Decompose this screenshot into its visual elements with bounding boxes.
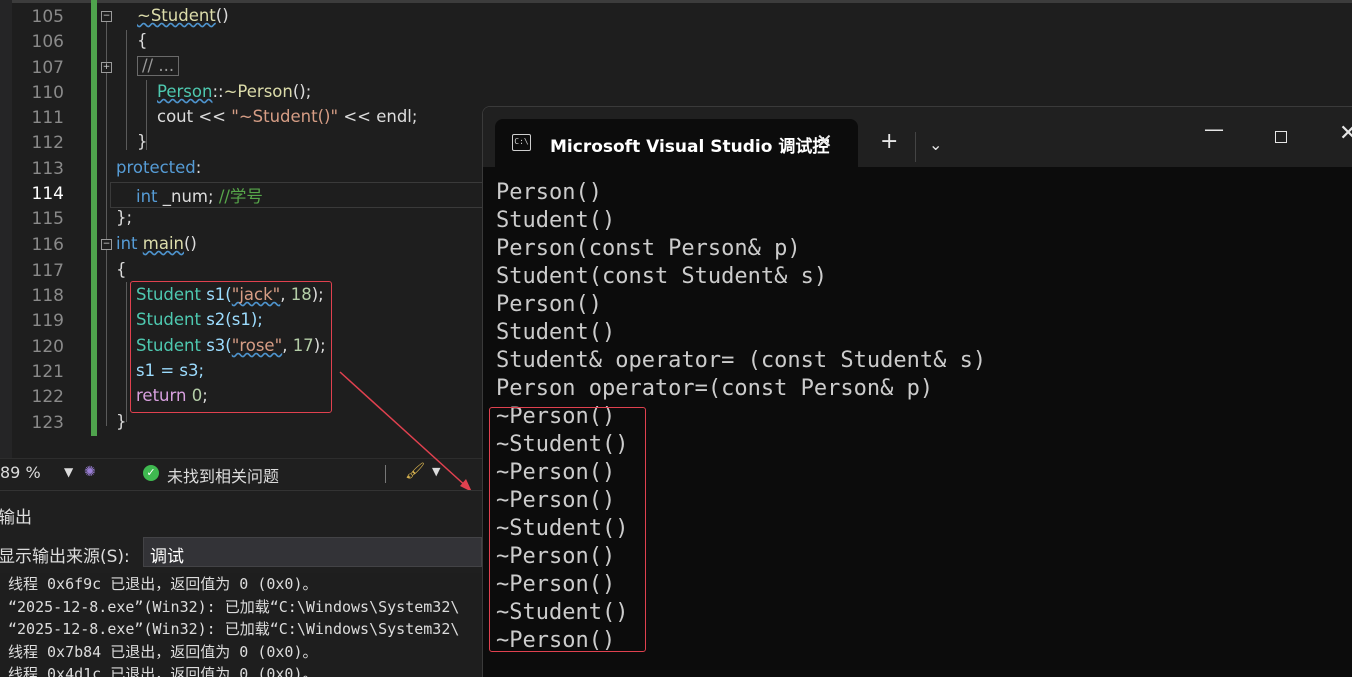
minimize-icon[interactable]: —: [1204, 117, 1224, 141]
console-line: Student(): [496, 208, 616, 233]
copilot-icon[interactable]: ✺: [84, 464, 96, 480]
code-text: cout << "~Student()" << endl;: [157, 107, 418, 126]
code-cleanup-brush-icon[interactable]: 🖌: [405, 461, 425, 480]
code-line-123[interactable]: 123 }: [0, 410, 482, 435]
output-source-label: 显示输出来源(S):: [0, 547, 130, 567]
line-number: 110: [31, 83, 64, 103]
line-number: 123: [31, 413, 64, 433]
code-line-116[interactable]: 116 − int main(): [0, 232, 482, 257]
collapse-icon[interactable]: −: [101, 239, 112, 250]
console-line: Student& operator= (const Student& s): [496, 348, 987, 373]
output-panel-title: 输出: [0, 508, 32, 528]
chevron-down-icon[interactable]: ⌄: [929, 135, 942, 154]
new-tab-icon[interactable]: +: [880, 129, 898, 154]
code-line-115[interactable]: 115 };: [0, 206, 482, 231]
collapse-icon[interactable]: −: [101, 11, 112, 22]
close-tab-icon[interactable]: ✕: [816, 129, 833, 153]
line-number: 122: [31, 387, 64, 407]
code-text: int main(): [116, 234, 197, 253]
code-line-110[interactable]: 110 Person::~Person();: [0, 80, 482, 105]
terminal-tab[interactable]: C:\ Microsoft Visual Studio 调试控 ✕: [495, 119, 858, 167]
code-line-107[interactable]: 107 + // ...: [0, 55, 482, 80]
code-text: ~Student(): [137, 6, 229, 25]
line-number: 113: [31, 159, 64, 179]
zoom-dropdown-icon[interactable]: ▼: [64, 465, 73, 479]
code-text: }: [137, 132, 148, 151]
code-line-106[interactable]: 106 {: [0, 29, 482, 54]
code-line-117[interactable]: 117 {: [0, 258, 482, 283]
editor-top-border: [0, 0, 1352, 3]
line-number: 105: [31, 7, 64, 27]
highlight-box-main-code: [130, 281, 332, 413]
code-text: }: [116, 412, 127, 431]
close-window-icon[interactable]: ✕: [1339, 121, 1352, 146]
divider: [915, 132, 916, 162]
code-text: // ...: [137, 56, 180, 76]
expand-icon[interactable]: +: [101, 62, 112, 73]
line-number: 106: [31, 32, 64, 52]
output-source-select[interactable]: 调试: [143, 537, 482, 567]
issues-status[interactable]: 未找到相关问题: [167, 463, 279, 487]
debug-console-window[interactable]: C:\ Microsoft Visual Studio 调试控 ✕ + ⌄ — …: [482, 106, 1352, 677]
code-text: int _num; //学号: [136, 187, 263, 206]
zoom-level[interactable]: 89 %: [0, 463, 41, 482]
code-line-112[interactable]: 112 }: [0, 130, 482, 155]
output-source-value: 调试: [150, 547, 184, 567]
code-text: {: [137, 31, 148, 50]
line-number: 121: [31, 362, 64, 382]
line-number: 120: [31, 337, 64, 357]
line-number: 117: [31, 261, 64, 281]
code-line-111[interactable]: 111 cout << "~Student()" << endl;: [0, 105, 482, 130]
editor-status-bar: 89 % ▼ ✺ ✓ 未找到相关问题 🖌 ▼: [0, 458, 482, 489]
console-line: Person operator=(const Person& p): [496, 376, 934, 401]
line-number: 119: [31, 311, 64, 331]
code-text: protected:: [116, 158, 202, 177]
output-log-line: “2025-12-8.exe”(Win32): 已加载“C:\Windows\S…: [8, 620, 460, 638]
check-circle-icon: ✓: [143, 465, 159, 481]
code-line-113[interactable]: 113 protected:: [0, 156, 482, 181]
code-text: };: [116, 208, 133, 227]
output-log-line: 线程 0x4d1c 已退出，返回值为 0 (0x0)。: [8, 665, 318, 677]
output-log[interactable]: 线程 0x6f9c 已退出，返回值为 0 (0x0)。 “2025-12-8.e…: [0, 573, 482, 677]
divider: [385, 465, 386, 483]
console-line: Person(): [496, 180, 602, 205]
terminal-tab-title: Microsoft Visual Studio 调试控: [550, 137, 830, 157]
console-line: Person(): [496, 292, 602, 317]
line-number: 115: [31, 209, 64, 229]
line-number: 118: [31, 286, 64, 306]
console-line: Student(): [496, 320, 616, 345]
chevron-down-icon[interactable]: ▼: [432, 465, 440, 478]
line-number: 111: [31, 108, 64, 128]
code-line-105[interactable]: 105 − ~Student(): [0, 4, 482, 29]
line-number: 112: [31, 133, 64, 153]
line-number: 114: [31, 184, 64, 204]
code-text: {: [116, 260, 127, 279]
console-icon: C:\: [512, 134, 531, 151]
collapsed-region[interactable]: // ...: [137, 56, 180, 76]
console-line: Student(const Student& s): [496, 264, 828, 289]
output-log-line: 线程 0x6f9c 已退出，返回值为 0 (0x0)。: [8, 575, 318, 593]
output-log-line: 线程 0x7b84 已退出，返回值为 0 (0x0)。: [8, 642, 318, 661]
maximize-icon[interactable]: [1275, 131, 1287, 143]
code-text: Person::~Person();: [157, 82, 312, 101]
highlight-box-destructors: [489, 407, 646, 652]
console-line: Person(const Person& p): [496, 236, 801, 261]
output-log-line: “2025-12-8.exe”(Win32): 已加载“C:\Windows\S…: [8, 597, 460, 616]
line-number: 107: [31, 58, 64, 78]
terminal-title-bar[interactable]: C:\ Microsoft Visual Studio 调试控 ✕ + ⌄ — …: [483, 107, 1352, 167]
line-number: 116: [31, 235, 64, 255]
output-panel: 输出 显示输出来源(S): 调试 线程 0x6f9c 已退出，返回值为 0 (0…: [0, 490, 482, 677]
code-line-114[interactable]: 114 int _num; //学号: [0, 181, 482, 206]
